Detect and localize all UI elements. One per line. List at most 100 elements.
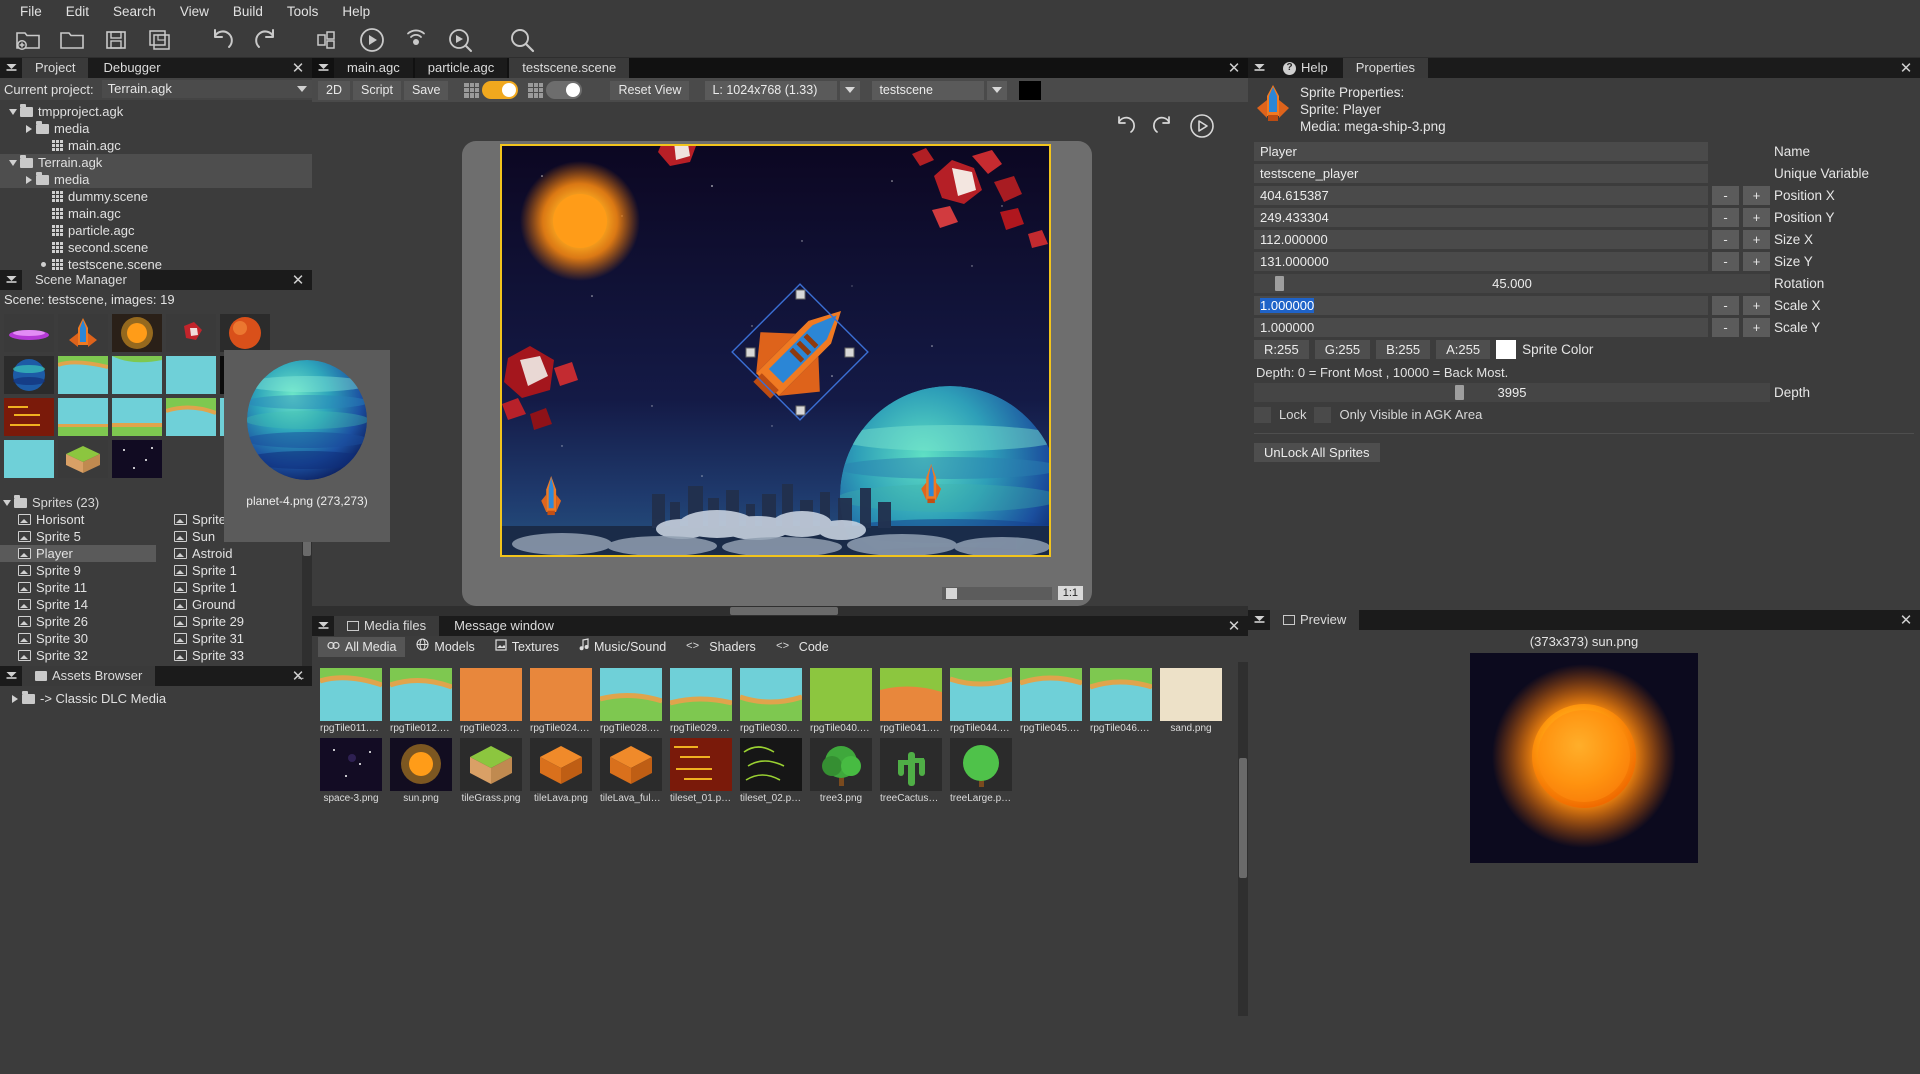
scene-thumbnail[interactable] <box>112 440 162 478</box>
media-thumbnail[interactable] <box>740 668 802 721</box>
tree-item-terrain-agk[interactable]: Terrain.agk <box>0 154 312 171</box>
media-item[interactable]: sun.png <box>390 738 452 804</box>
size-y-decrement-button[interactable]: - <box>1712 252 1739 271</box>
resolution-select[interactable]: L: 1024x768 (1.33) <box>705 81 837 100</box>
media-filter-code[interactable]: <>Code <box>767 637 838 657</box>
tree-item-particle-agc[interactable]: particle.agc <box>0 222 312 239</box>
media-thumbnail[interactable] <box>1020 668 1082 721</box>
tab-assets-browser[interactable]: Assets Browser <box>22 666 155 686</box>
assets-root-item[interactable]: -> Classic DLC Media <box>0 690 312 707</box>
tab-project[interactable]: Project <box>22 58 88 78</box>
media-thumbnail[interactable] <box>530 668 592 721</box>
tree-item-dummy-scene[interactable]: dummy.scene <box>0 188 312 205</box>
chevron-right-icon[interactable] <box>22 125 36 133</box>
scene-thumbnail[interactable] <box>166 356 216 394</box>
media-thumbnail[interactable] <box>600 738 662 791</box>
scene-thumbnail[interactable] <box>166 398 216 436</box>
media-item[interactable]: tree3.png <box>810 738 872 804</box>
new-project-icon[interactable] <box>8 23 48 57</box>
scene-thumbnail[interactable] <box>112 314 162 352</box>
sprite-list-item[interactable]: Horisont <box>0 511 156 528</box>
close-icon[interactable]: ✕ <box>1896 58 1916 78</box>
menu-item-build[interactable]: Build <box>221 1 275 22</box>
menu-item-help[interactable]: Help <box>330 1 382 22</box>
media-item[interactable]: rpgTile041.png <box>880 668 942 734</box>
media-thumbnail[interactable] <box>1160 668 1222 721</box>
depth-slider[interactable]: 3995 <box>1254 383 1770 402</box>
unlock-all-sprites-button[interactable]: UnLock All Sprites <box>1254 443 1380 462</box>
media-thumbnail[interactable] <box>390 738 452 791</box>
scale-y-increment-button[interactable]: + <box>1743 318 1770 337</box>
save-scene-button[interactable]: Save <box>404 81 449 100</box>
grid-toggle[interactable] <box>482 81 518 99</box>
media-thumbnail[interactable] <box>460 668 522 721</box>
position-y-decrement-button[interactable]: - <box>1712 208 1739 227</box>
menu-item-file[interactable]: File <box>8 1 54 22</box>
scale-x-increment-button[interactable]: + <box>1743 296 1770 315</box>
tree-item-second-scene[interactable]: second.scene <box>0 239 312 256</box>
scene-select[interactable]: testscene <box>872 81 984 100</box>
sprite-list-item[interactable]: Sprite 32 <box>0 647 156 664</box>
media-item[interactable]: tileset_02.png <box>740 738 802 804</box>
sprite-list-item[interactable]: Sprite 9 <box>0 562 156 579</box>
undo-icon[interactable] <box>1112 113 1138 139</box>
tab-scene-manager[interactable]: Scene Manager <box>22 270 140 290</box>
tree-item-main-agc[interactable]: main.agc <box>0 137 312 154</box>
media-item[interactable]: treeLarge.png <box>950 738 1012 804</box>
scene-thumbnail[interactable] <box>4 356 54 394</box>
menu-item-search[interactable]: Search <box>101 1 168 22</box>
media-item[interactable]: rpgTile040.png <box>810 668 872 734</box>
scene-chevron-icon[interactable] <box>987 81 1007 100</box>
open-folder-icon[interactable] <box>52 23 92 57</box>
media-thumbnail[interactable] <box>880 668 942 721</box>
media-filter-textures[interactable]: Textures <box>486 637 568 657</box>
save-icon[interactable] <box>96 23 136 57</box>
media-filter-shaders[interactable]: <>Shaders <box>677 637 765 657</box>
media-item[interactable]: rpgTile012.png <box>390 668 452 734</box>
media-item[interactable]: treeCactus_1.png <box>880 738 942 804</box>
media-filter-models[interactable]: Models <box>407 637 483 657</box>
media-scrollbar[interactable] <box>1238 662 1248 1016</box>
menu-item-tools[interactable]: Tools <box>275 1 331 22</box>
media-item[interactable]: tileset_01.png <box>670 738 732 804</box>
media-thumbnail[interactable] <box>320 738 382 791</box>
size-x-input[interactable]: 112.000000 <box>1254 230 1708 249</box>
reset-view-button[interactable]: Reset View <box>610 81 689 100</box>
play-icon[interactable] <box>1188 112 1216 140</box>
tree-item-media[interactable]: media <box>0 171 312 188</box>
chevron-right-icon[interactable] <box>8 695 22 703</box>
panel-menu-icon[interactable] <box>0 58 22 78</box>
scene-thumbnail[interactable] <box>220 314 270 352</box>
scene-thumbnail[interactable] <box>4 314 54 352</box>
menu-item-edit[interactable]: Edit <box>54 1 101 22</box>
media-thumbnail[interactable] <box>460 738 522 791</box>
name-input[interactable]: Player <box>1254 142 1708 161</box>
tab-particle-agc[interactable]: particle.agc <box>415 58 507 78</box>
zoom-slider[interactable] <box>942 587 1052 600</box>
scene-thumbnail[interactable] <box>4 440 54 478</box>
redo-icon[interactable] <box>1150 113 1176 139</box>
save-all-icon[interactable] <box>140 23 180 57</box>
position-y-increment-button[interactable]: + <box>1743 208 1770 227</box>
scale-y-input[interactable]: 1.000000 <box>1254 318 1708 337</box>
tree-item-main-agc[interactable]: main.agc <box>0 205 312 222</box>
undo-icon[interactable] <box>202 23 242 57</box>
current-project-value[interactable]: Terrain.agk <box>102 80 292 98</box>
assets-overflow-icon[interactable]: … <box>293 668 306 682</box>
close-icon[interactable]: ✕ <box>1224 58 1244 78</box>
tree-item-media[interactable]: media <box>0 120 312 137</box>
media-filter-all-media[interactable]: All Media <box>318 637 405 657</box>
debug-run-icon[interactable] <box>440 23 480 57</box>
sprite-list-item[interactable]: Sprite 1 <box>156 579 312 596</box>
media-item[interactable]: tileGrass.png <box>460 738 522 804</box>
media-thumbnail[interactable] <box>810 668 872 721</box>
sprite-list-item[interactable]: Astroid <box>156 545 312 562</box>
media-thumbnail[interactable] <box>950 668 1012 721</box>
media-thumbnail[interactable] <box>810 738 872 791</box>
sprite-color-swatch[interactable] <box>1496 340 1516 359</box>
sprite-list-item[interactable]: Sprite 14 <box>0 596 156 613</box>
media-thumbnail[interactable] <box>670 738 732 791</box>
scene-thumbnail[interactable] <box>112 356 162 394</box>
chevron-down-icon[interactable] <box>292 80 312 98</box>
search-icon[interactable] <box>502 23 542 57</box>
